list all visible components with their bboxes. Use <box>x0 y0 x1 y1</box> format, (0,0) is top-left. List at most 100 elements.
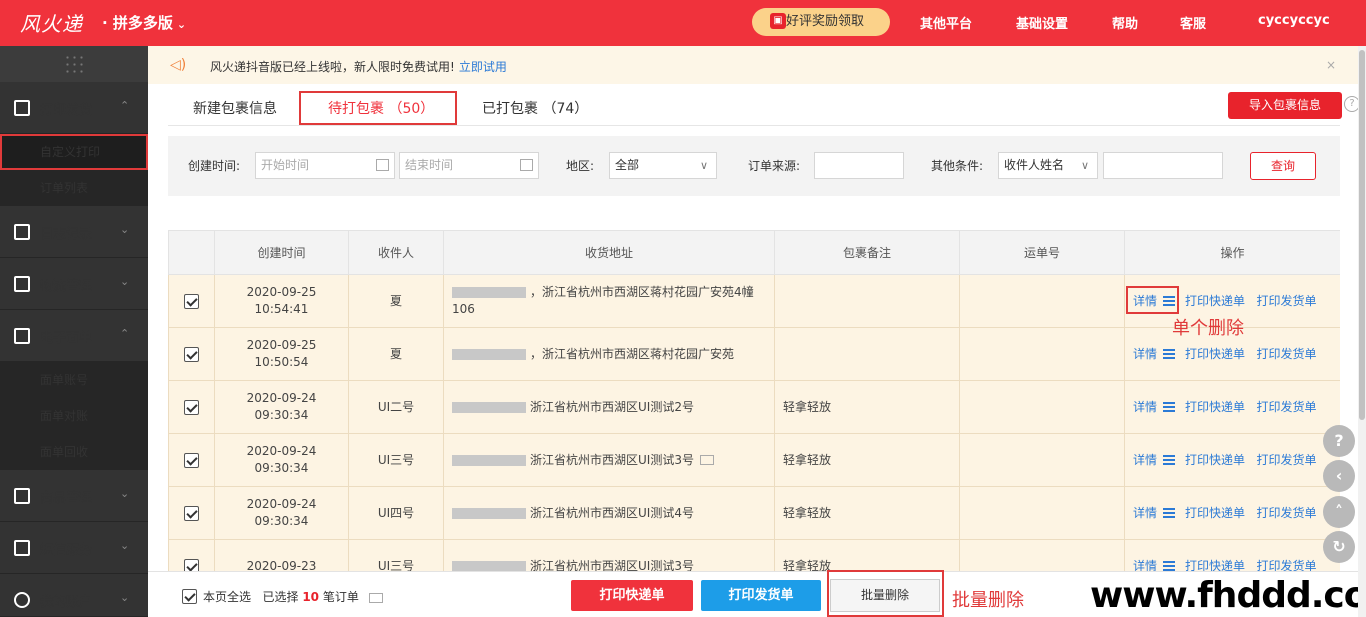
created-date: 2020-09-25 <box>246 285 317 299</box>
nav-help[interactable]: 帮助 <box>1112 13 1138 32</box>
order-source-label: 订单来源: <box>748 159 801 173</box>
tab-new-package[interactable]: 新建包裹信息 <box>193 98 277 118</box>
print-express-link[interactable]: 打印快递单 <box>1185 453 1245 467</box>
start-time-input[interactable]: 开始时间 <box>255 152 395 179</box>
sidebar-group-account[interactable]: 我的账户 ⌄ <box>0 574 148 617</box>
end-time-placeholder: 结束时间 <box>405 158 454 172</box>
created-time-cell: 2020-09-24 09:30:34 <box>214 486 349 540</box>
created-date: 2020-09-24 <box>246 497 317 511</box>
menu-icon[interactable] <box>1163 402 1176 412</box>
row-checkbox[interactable] <box>184 558 199 571</box>
print-invoice-link[interactable]: 打印发货单 <box>1256 559 1316 572</box>
select-all-wrap: 本页全选 已选择 10 笔订单 <box>182 588 383 605</box>
refresh-icon[interactable]: ↻ <box>1323 531 1355 563</box>
region-label: 地区: <box>566 159 595 173</box>
menu-icon[interactable] <box>1163 508 1176 518</box>
table-row[interactable]: 2020-09-24 09:30:34 UI四号 浙江省杭州市西湖区UI测试4号 轻拿轻… <box>168 486 1340 540</box>
select-all-label: 本页全选 <box>203 590 252 604</box>
detail-link[interactable]: 详情 <box>1133 453 1157 467</box>
chevron-down-icon: ⌄ <box>120 591 130 604</box>
row-checkbox[interactable] <box>184 293 199 309</box>
created-time-cell: 2020-09-25 10:54:41 <box>214 274 349 328</box>
select-all-checkbox[interactable] <box>182 588 197 604</box>
row-checkbox[interactable] <box>184 346 199 362</box>
detail-link[interactable]: 详情 <box>1133 400 1157 414</box>
print-express-link[interactable]: 打印快递单 <box>1185 559 1245 572</box>
sidebar-group-products[interactable]: 商品管理 ⌄ <box>0 470 148 522</box>
print-invoice-link[interactable]: 打印发货单 <box>1256 294 1316 308</box>
scrollbar-thumb[interactable] <box>1359 50 1365 420</box>
detail-link[interactable]: 详情 <box>1133 506 1157 520</box>
sidebar-group-sms[interactable]: 短信服务 ⌄ <box>0 522 148 574</box>
created-time-cell: 2020-09-23 <box>214 539 349 571</box>
package-table: 创建时间 收件人 收货地址 包裹备注 运单号 操作 2020-09-25 10:5… <box>168 230 1340 571</box>
import-package-button[interactable]: 导入包裹信息 <box>1228 92 1342 119</box>
sidebar-group-logs[interactable]: 日志记录 ⌄ <box>0 206 148 258</box>
query-button[interactable]: 查询 <box>1250 152 1316 180</box>
sidebar-group-print-ship[interactable]: 打印发货 ⌃ <box>0 82 148 134</box>
menu-icon[interactable] <box>1163 561 1176 571</box>
menu-icon[interactable] <box>1163 455 1176 465</box>
print-express-button[interactable]: 打印快递单 <box>571 580 693 611</box>
print-invoice-link[interactable]: 打印发货单 <box>1256 400 1316 414</box>
print-invoice-link[interactable]: 打印发货单 <box>1256 453 1316 467</box>
table-row[interactable]: 2020-09-23 UI三号 浙江省杭州市西湖区UI测试3号 轻拿轻放 详情 打印快递单… <box>168 539 1340 572</box>
order-source-input[interactable] <box>814 152 904 179</box>
nav-customer-service[interactable]: 客服 <box>1180 13 1206 32</box>
print-express-link[interactable]: 打印快递单 <box>1185 294 1245 308</box>
table-row[interactable]: 2020-09-24 09:30:34 UI二号 浙江省杭州市西湖区UI测试2号 轻拿轻… <box>168 380 1340 434</box>
sidebar-item-custom-print[interactable]: 自定义打印 <box>0 134 148 170</box>
filter-bar: 创建时间: 开始时间 结束时间 地区: 全部 ∨ 订单来源: 其他条件: 收件人姓… <box>168 136 1340 196</box>
page-scrollbar[interactable] <box>1358 46 1366 617</box>
reward-button[interactable]: ▣ 好评奖励领取 <box>752 8 890 36</box>
region-select[interactable]: 全部 ∨ <box>609 152 717 179</box>
sidebar-item-waybill-recycle[interactable]: 面单回收 <box>0 434 148 470</box>
detail-link[interactable]: 详情 <box>1133 559 1157 572</box>
sidebar-item-order-list[interactable]: 订单列表 <box>0 170 148 206</box>
edition-switcher[interactable]: · 拼多多版 ⌄ <box>102 12 186 33</box>
table-row[interactable]: 2020-09-24 09:30:34 UI三号 浙江省杭州市西湖区UI测试3号 轻拿轻… <box>168 433 1340 487</box>
end-time-input[interactable]: 结束时间 <box>399 152 539 179</box>
sidebar-item-waybill-reconcile[interactable]: 面单对账 <box>0 398 148 434</box>
back-float-icon[interactable]: ‹ <box>1323 460 1355 492</box>
row-checkbox[interactable] <box>184 505 199 521</box>
row-checkbox[interactable] <box>184 399 199 415</box>
table-row[interactable]: 2020-09-25 10:50:54 夏 ，浙江省杭州市西湖区蒋村花园广安苑 详情 打印… <box>168 327 1340 381</box>
chevron-down-icon: ⌄ <box>120 223 130 236</box>
notice-try-link[interactable]: 立即试用 <box>459 60 507 74</box>
nav-other-platforms[interactable]: 其他平台 <box>920 13 972 32</box>
nav-basic-settings[interactable]: 基础设置 <box>1016 13 1068 32</box>
sidebar-collapse-handle[interactable] <box>0 46 148 82</box>
sidebar-group-logistics[interactable]: 物流管理 ⌄ <box>0 258 148 310</box>
mail-icon[interactable] <box>368 592 383 603</box>
close-icon[interactable]: × <box>1326 58 1336 72</box>
menu-icon[interactable] <box>1163 349 1176 359</box>
sidebar-group-label: 物流管理 <box>40 279 93 294</box>
print-express-link[interactable]: 打印快递单 <box>1185 347 1245 361</box>
calendar-icon <box>520 159 533 171</box>
created-clock: 10:50:54 <box>254 355 309 369</box>
print-invoice-button[interactable]: 打印发货单 <box>701 580 821 611</box>
actions-cell: 详情 打印快递单 打印发货单 <box>1124 380 1340 434</box>
document-icon <box>14 224 30 240</box>
help-float-icon[interactable]: ? <box>1323 425 1355 457</box>
print-express-link[interactable]: 打印快递单 <box>1185 506 1245 520</box>
other-conditions-select[interactable]: 收件人姓名 ∨ <box>998 152 1098 179</box>
nav-username[interactable]: cyccyccyc <box>1258 13 1330 28</box>
app-logo[interactable]: 风火递 <box>20 8 83 37</box>
print-invoice-link[interactable]: 打印发货单 <box>1256 347 1316 361</box>
print-express-link[interactable]: 打印快递单 <box>1185 400 1245 414</box>
col-header-recipient: 收件人 <box>348 230 444 275</box>
tab-printed-packages[interactable]: 已打包裹 （74） <box>482 98 588 118</box>
other-conditions-input[interactable] <box>1103 152 1223 179</box>
scroll-top-icon[interactable]: ˄ <box>1323 496 1355 528</box>
edition-label: · 拼多多版 <box>102 14 173 32</box>
row-checkbox[interactable] <box>184 452 199 468</box>
sidebar-group-e-waybill[interactable]: 电子面单 ⌃ <box>0 310 148 362</box>
sidebar-group-label: 打印发货 <box>40 103 93 118</box>
address-text: 浙江省杭州市西湖区UI测试3号 <box>530 558 694 572</box>
sidebar-item-waybill-account[interactable]: 面单账号 <box>0 362 148 398</box>
detail-link[interactable]: 详情 <box>1133 347 1157 361</box>
mail-icon[interactable] <box>699 455 714 465</box>
print-invoice-link[interactable]: 打印发货单 <box>1256 506 1316 520</box>
